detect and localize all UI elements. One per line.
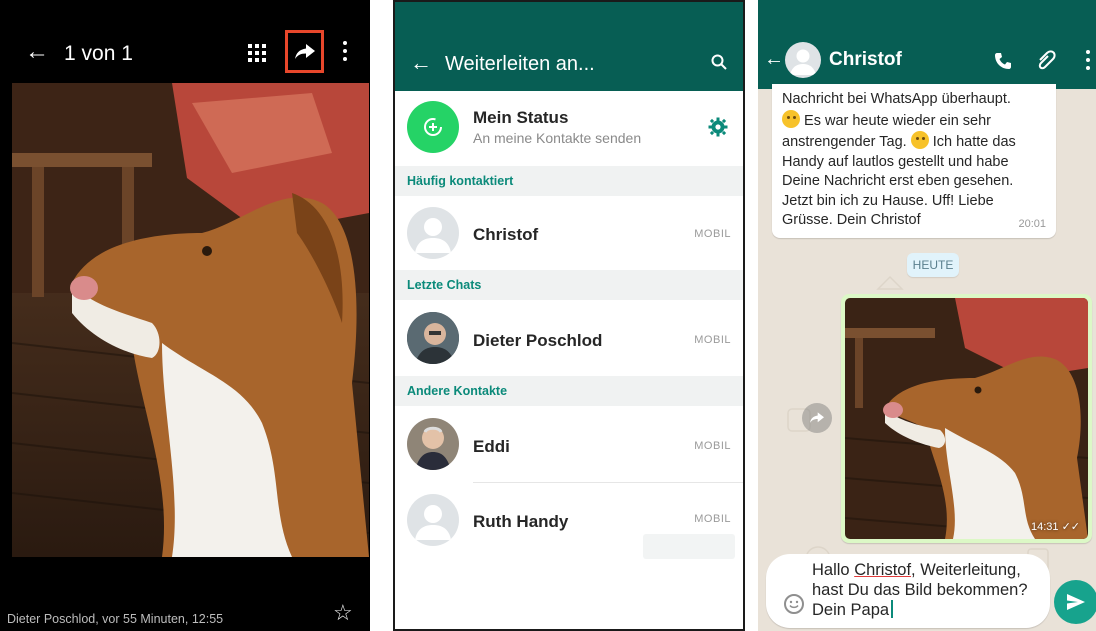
- faded-toast: [643, 534, 735, 559]
- image-time-text: 14:31: [1030, 521, 1059, 533]
- incoming-message[interactable]: Nachricht bei WhatsApp überhaupt. Es war…: [772, 84, 1056, 238]
- status-avatar: [407, 101, 459, 153]
- confused-emoji-icon: [910, 131, 929, 149]
- contact-avatar[interactable]: [785, 42, 821, 78]
- share-button[interactable]: [285, 30, 324, 73]
- contact-tag: MOBIL: [694, 228, 731, 240]
- dog-photo[interactable]: 14:31 ✓✓: [845, 298, 1088, 539]
- double-check-icon: ✓✓: [1061, 521, 1080, 533]
- image-time: 14:31 ✓✓: [1031, 520, 1080, 533]
- dog-photo[interactable]: [12, 83, 369, 557]
- avatar: [407, 418, 459, 470]
- send-button[interactable]: [1054, 580, 1096, 624]
- more-vert-icon[interactable]: [343, 41, 347, 61]
- section-recent: Letzte Chats: [395, 270, 743, 300]
- status-bar: [758, 0, 1096, 33]
- add-status-icon: [424, 118, 442, 136]
- back-arrow-icon[interactable]: ←: [25, 40, 49, 64]
- message-text: Ich hatte das: [928, 134, 1016, 150]
- message-line: anstrengender Tag. Ich hatte das: [782, 131, 1046, 153]
- my-status-name: Mein Status: [473, 108, 569, 127]
- share-icon: [810, 412, 824, 423]
- section-other: Andere Kontakte: [395, 376, 743, 406]
- attach-icon[interactable]: [1036, 50, 1056, 70]
- more-vert-icon[interactable]: [1086, 50, 1090, 70]
- avatar: [407, 494, 459, 546]
- message-line: Handy auf lautlos gestellt und habe: [782, 153, 1009, 170]
- contact-tag: MOBIL: [694, 440, 731, 452]
- contact-tag: MOBIL: [694, 334, 731, 346]
- compose-pre: Hallo: [812, 561, 855, 579]
- text-cursor: [891, 600, 894, 618]
- message-line: Grüsse. Dein Christof: [782, 212, 921, 228]
- send-icon: [1067, 594, 1085, 610]
- phone-icon[interactable]: [994, 52, 1012, 70]
- contact-row-christof[interactable]: Christof MOBIL: [395, 196, 743, 270]
- default-avatar-icon: [415, 505, 451, 540]
- status-bar: [395, 2, 743, 36]
- message-text: anstrengender Tag.: [782, 134, 911, 150]
- avatar: [407, 312, 459, 364]
- default-avatar-icon: [415, 218, 451, 253]
- contact-row-eddi[interactable]: Eddi MOBIL: [395, 406, 743, 482]
- forward-button[interactable]: [802, 403, 832, 433]
- my-status-subtitle: An meine Kontakte senden: [473, 130, 642, 146]
- date-divider: HEUTE: [907, 253, 959, 277]
- contact-name: Dieter Poschlod: [473, 331, 603, 350]
- outgoing-image-message[interactable]: 14:31 ✓✓: [841, 294, 1092, 543]
- compose-name: Christof: [854, 561, 912, 579]
- dieter-photo: [407, 312, 459, 364]
- chat-screen: ← Christof Nachricht bei WhatsApp überha…: [758, 0, 1096, 631]
- forward-screen: ← Weiterleiten an... Mein Status An mein…: [393, 0, 745, 631]
- gallery-screen: ← 1 von 1 Dieter Poschlod, vor 55 Minute…: [0, 0, 370, 631]
- emoji-icon[interactable]: [784, 594, 804, 614]
- message-line: Es war heute wieder ein sehr: [782, 109, 1046, 132]
- avatar: [407, 207, 459, 259]
- share-icon: [294, 43, 315, 59]
- grid-icon[interactable]: [248, 44, 266, 62]
- my-status-row[interactable]: Mein Status An meine Kontakte senden: [395, 91, 743, 166]
- section-frequent: Häufig kontaktiert: [395, 166, 743, 196]
- star-icon[interactable]: ☆: [333, 600, 353, 626]
- search-icon[interactable]: [711, 54, 727, 70]
- contact-tag: MOBIL: [694, 513, 731, 525]
- message-line: Jetzt bin ich zu Hause. Uff! Liebe: [782, 192, 994, 209]
- contact-name: Ruth Handy: [473, 512, 569, 531]
- contact-name: Eddi: [473, 437, 510, 456]
- gear-icon[interactable]: [708, 117, 728, 137]
- message-input[interactable]: Hallo Christof, Weiterleitung, hast Du d…: [766, 554, 1050, 628]
- message-time: 20:01: [1018, 217, 1046, 230]
- message-text: Es war heute wieder ein sehr: [800, 112, 992, 129]
- back-arrow-icon[interactable]: ←: [410, 50, 432, 76]
- chat-contact-name[interactable]: Christof: [829, 49, 902, 71]
- eddi-photo: [407, 418, 459, 470]
- back-arrow-icon[interactable]: ←: [764, 48, 784, 71]
- message-line: Nachricht bei WhatsApp überhaupt.: [782, 91, 1011, 107]
- contact-name: Christof: [473, 225, 539, 244]
- compose-text[interactable]: Hallo Christof, Weiterleitung, hast Du d…: [812, 560, 1044, 620]
- default-avatar-icon: [790, 49, 816, 75]
- gallery-title: 1 von 1: [64, 42, 133, 65]
- forward-title: Weiterleiten an...: [445, 53, 595, 75]
- photo-caption: Dieter Poschlod, vor 55 Minuten, 12:55: [7, 612, 224, 626]
- message-line: Deine Nachricht erst eben gesehen.: [782, 173, 1014, 189]
- wink-emoji-icon: [782, 109, 800, 128]
- contact-row-dieter[interactable]: Dieter Poschlod MOBIL: [395, 300, 743, 376]
